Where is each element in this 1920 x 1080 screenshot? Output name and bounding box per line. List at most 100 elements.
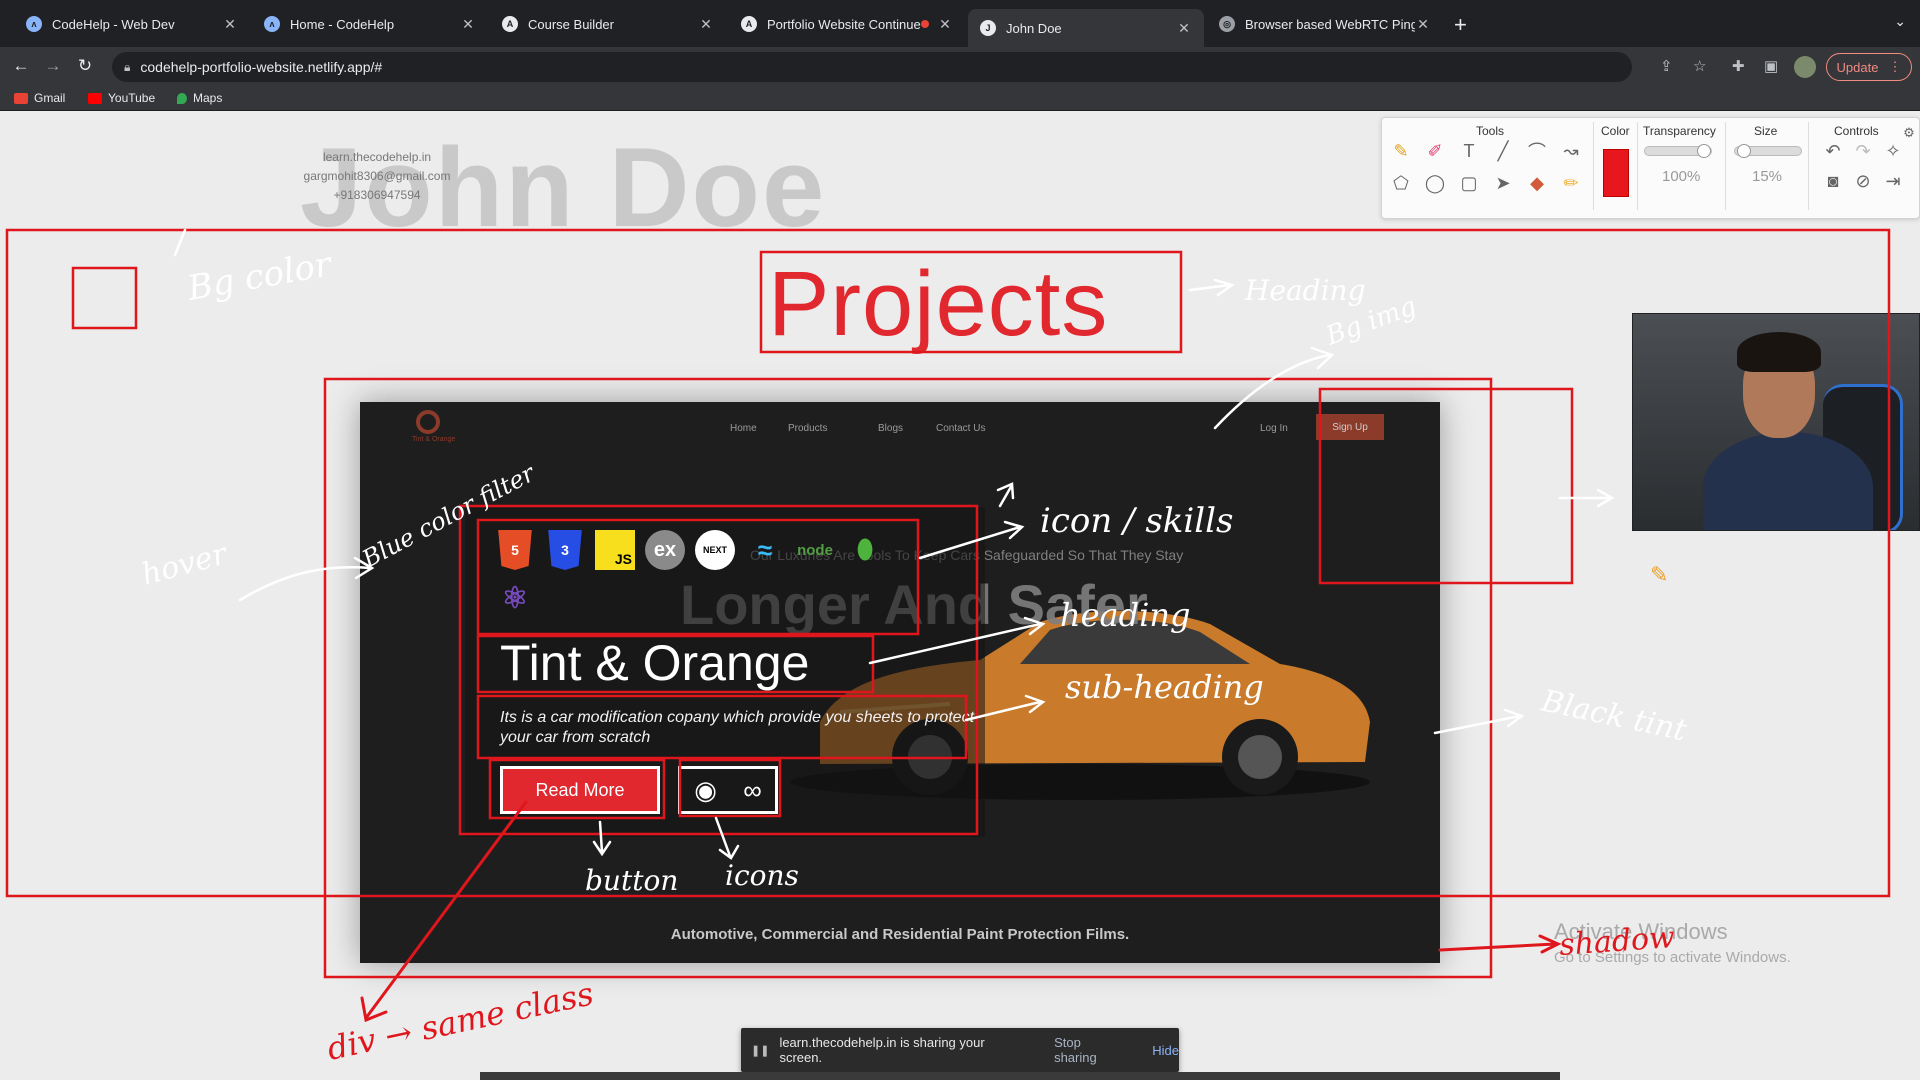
tab-title: CodeHelp - Web Dev — [52, 16, 175, 32]
tab-webrtc[interactable]: ◎ Browser based WebRTC Ping T ✕ — [1207, 9, 1443, 39]
recording-icon — [921, 20, 929, 28]
size-slider[interactable] — [1734, 144, 1802, 158]
link-icon[interactable]: ∞ — [743, 775, 762, 806]
close-icon[interactable]: ✕ — [1176, 20, 1192, 37]
more-icon: ⋮ — [1888, 59, 1902, 74]
share-icon[interactable]: ⇪ — [1660, 57, 1673, 75]
transparency-value: 100% — [1662, 168, 1701, 185]
tab-home-codehelp[interactable]: ʌ Home - CodeHelp ✕ — [252, 9, 488, 39]
slider-knob[interactable] — [1697, 144, 1711, 158]
globe-icon: ◎ — [1219, 16, 1235, 32]
divider — [1808, 122, 1809, 210]
marker-icon[interactable]: ✐ — [1422, 138, 1448, 164]
bookmark-star-icon[interactable]: ☆ — [1693, 57, 1706, 75]
line-tool-icon[interactable]: ╱ — [1490, 138, 1516, 164]
website-link[interactable]: learn.thecodehelp.in — [282, 148, 472, 167]
redux-icon: ⚛ — [501, 581, 529, 615]
tab-john-doe[interactable]: J John Doe ✕ — [968, 9, 1204, 47]
highlighter-icon[interactable]: ✏ — [1558, 170, 1584, 196]
nav-signup-button[interactable]: Sign Up — [1316, 414, 1384, 440]
close-icon[interactable]: ✕ — [222, 16, 238, 33]
activate-windows-title: Activate Windows — [1554, 919, 1728, 944]
bookmarks-bar: Gmail YouTube Maps — [0, 87, 1920, 111]
eraser-icon[interactable]: ◆ — [1524, 170, 1550, 196]
divider — [1725, 122, 1726, 210]
youtube-icon — [88, 92, 102, 104]
project-card[interactable]: Tint & Orange Home Products Blogs Contac… — [360, 402, 1440, 963]
transparency-slider[interactable] — [1644, 144, 1712, 158]
size-label: Size — [1754, 124, 1778, 138]
tab-codehelp-webdev[interactable]: ʌ CodeHelp - Web Dev ✕ — [14, 9, 250, 39]
redo-icon[interactable]: ↷ — [1850, 138, 1876, 164]
close-icon[interactable]: ✕ — [1415, 16, 1431, 33]
phone-link[interactable]: +918306947594 — [282, 186, 472, 205]
color-swatch[interactable] — [1603, 149, 1629, 197]
close-icon[interactable]: ✕ — [937, 16, 953, 33]
nav-home[interactable]: Home — [730, 423, 757, 434]
bookmark-youtube[interactable]: YouTube — [88, 91, 155, 105]
close-icon[interactable]: ✕ — [698, 16, 714, 33]
text-tool-icon[interactable]: T — [1456, 138, 1482, 164]
polygon-tool-icon[interactable]: ⬠ — [1388, 170, 1414, 196]
project-description: Its is a car modification copany which p… — [500, 709, 975, 746]
page-viewport: John Doe learn.thecodehelp.in gargmohit8… — [0, 111, 1920, 1080]
hide-button[interactable]: Hide — [1152, 1043, 1179, 1058]
undo-icon[interactable]: ↶ — [1820, 138, 1846, 164]
size-value: 15% — [1752, 168, 1783, 185]
nodejs-icon: node — [797, 541, 833, 559]
nav-login[interactable]: Log In — [1260, 423, 1288, 434]
bookmark-label: YouTube — [108, 91, 156, 105]
update-button[interactable]: Update ⋮ — [1826, 53, 1912, 81]
camera-icon[interactable]: ◙ — [1820, 168, 1846, 194]
course-builder-icon: A — [741, 16, 757, 32]
tailwind-icon: ≈ — [757, 534, 773, 565]
css3-icon: 3 — [548, 530, 582, 570]
bookmark-maps[interactable]: Maps — [177, 91, 222, 105]
github-icon[interactable]: ◉ — [694, 775, 717, 806]
stop-sharing-button[interactable]: Stop sharing — [1054, 1035, 1126, 1065]
tools-label: Tools — [1476, 124, 1505, 138]
tab-title: Browser based WebRTC Ping T — [1245, 16, 1415, 32]
skills-row: 5 3 JS ex NEXT ≈ node ⬮ — [495, 530, 885, 570]
clear-icon[interactable]: ✧ — [1880, 138, 1906, 164]
project-links: ◉ ∞ — [678, 766, 778, 814]
back-icon[interactable]: ← — [10, 56, 32, 76]
tab-course-builder[interactable]: A Course Builder ✕ — [490, 9, 726, 39]
tab-portfolio[interactable]: A Portfolio Website Continue ✕ — [729, 9, 965, 39]
tab-title: Course Builder — [528, 16, 614, 32]
exit-icon[interactable]: ⇥ — [1880, 168, 1906, 194]
chevron-down-icon[interactable]: ⌄ — [1894, 13, 1906, 30]
html5-icon: 5 — [498, 530, 532, 570]
email-link[interactable]: gargmohit8306@gmail.com — [282, 167, 472, 186]
reload-icon[interactable]: ↻ — [74, 56, 96, 76]
pointer-tool-icon[interactable]: ➤ — [1490, 170, 1516, 196]
address-bar[interactable]: 🔒︎ codehelp-portfolio-website.netlify.ap… — [112, 52, 1632, 82]
arrow-tool-icon[interactable]: ↝ — [1558, 138, 1584, 164]
profile-avatar[interactable] — [1794, 56, 1816, 78]
tint-orange-logo — [416, 410, 440, 434]
read-more-button[interactable]: Read More — [500, 766, 660, 814]
nav-blogs[interactable]: Blogs — [878, 423, 903, 434]
rectangle-tool-icon[interactable]: ▢ — [1456, 170, 1482, 196]
side-panel-icon[interactable]: ▣ — [1764, 57, 1778, 75]
extensions-icon[interactable]: ✚ — [1732, 57, 1745, 75]
nav-contact[interactable]: Contact Us — [936, 423, 985, 434]
gmail-icon — [14, 92, 28, 104]
activate-windows-subtitle: Go to Settings to activate Windows. — [1554, 949, 1791, 966]
pencil-icon[interactable]: ✎ — [1388, 138, 1414, 164]
webcam-overlay — [1632, 313, 1920, 531]
new-tab-button[interactable]: + — [1454, 12, 1467, 38]
nav-products[interactable]: Products — [788, 423, 827, 434]
curve-tool-icon[interactable]: ⌒ — [1524, 138, 1550, 164]
circle-tool-icon[interactable]: ◯ — [1422, 170, 1448, 196]
tab-title: Portfolio Website Continue — [767, 16, 921, 32]
lock-icon: 🔒︎ — [124, 59, 131, 74]
hide-icon[interactable]: ⊘ — [1850, 168, 1876, 194]
divider — [1637, 122, 1638, 210]
forward-icon[interactable]: → — [42, 56, 64, 76]
drawing-toolbar: Tools ✎ ✐ T ╱ ⌒ ↝ ⬠ ◯ ▢ ➤ ◆ ✏ Color Tran… — [1381, 117, 1920, 219]
bookmark-gmail[interactable]: Gmail — [14, 91, 65, 105]
logo-text: Tint & Orange — [412, 436, 456, 443]
slider-knob[interactable] — [1737, 144, 1751, 158]
close-icon[interactable]: ✕ — [460, 16, 476, 33]
